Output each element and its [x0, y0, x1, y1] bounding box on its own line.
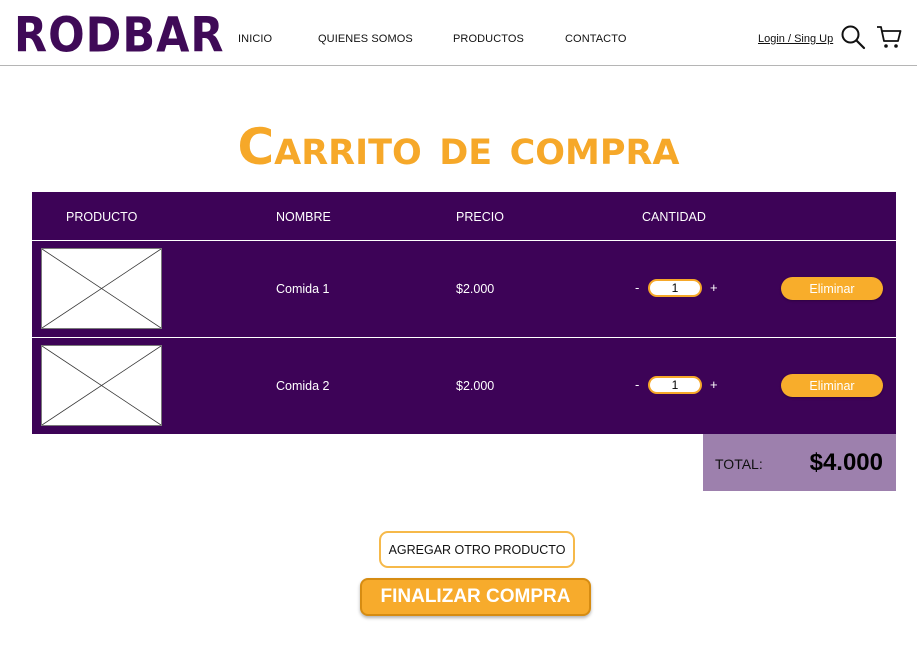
cart-table: PRODUCTO NOMBRE PRECIO CANTIDAD Comida 1…: [32, 192, 896, 434]
remove-item-button[interactable]: Eliminar: [781, 277, 883, 300]
product-price: $2.000: [456, 282, 495, 296]
column-header-precio: PRECIO: [456, 210, 504, 224]
cart-icon[interactable]: [876, 24, 902, 50]
page-title: Carrito de compra: [237, 118, 680, 176]
login-link[interactable]: Login / Sing Up: [758, 33, 833, 45]
nav-inicio[interactable]: INICIO: [238, 33, 272, 45]
product-image-placeholder: [41, 345, 162, 426]
quantity-decrease-button[interactable]: -: [635, 280, 639, 295]
column-header-nombre: NOMBRE: [276, 210, 331, 224]
checkout-button[interactable]: FINALIZAR COMPRA: [360, 578, 591, 616]
quantity-input[interactable]: [648, 279, 702, 297]
nav-contacto[interactable]: CONTACTO: [565, 33, 627, 45]
column-header-cantidad: CANTIDAD: [642, 210, 706, 224]
site-header: RODBAR INICIO QUIENES SOMOS PRODUCTOS CO…: [0, 0, 917, 66]
column-header-producto: PRODUCTO: [66, 210, 138, 224]
total-value: $4.000: [809, 449, 883, 476]
quantity-decrease-button[interactable]: -: [635, 377, 639, 392]
product-image-placeholder: [41, 248, 162, 329]
logo[interactable]: RODBAR: [14, 8, 225, 64]
remove-item-button[interactable]: Eliminar: [781, 374, 883, 397]
quantity-increase-button[interactable]: +: [710, 280, 718, 295]
table-row: Comida 2 $2.000 - + Eliminar: [32, 338, 896, 434]
nav-productos[interactable]: PRODUCTOS: [453, 33, 524, 45]
add-another-product-button[interactable]: AGREGAR OTRO PRODUCTO: [379, 531, 575, 568]
product-name: Comida 2: [276, 379, 330, 393]
product-name: Comida 1: [276, 282, 330, 296]
cart-total: TOTAL: $4.000: [703, 434, 896, 491]
product-price: $2.000: [456, 379, 495, 393]
table-header: PRODUCTO NOMBRE PRECIO CANTIDAD: [32, 192, 896, 241]
total-label: TOTAL:: [715, 456, 763, 472]
quantity-input[interactable]: [648, 376, 702, 394]
nav-quienes-somos[interactable]: QUIENES SOMOS: [318, 33, 413, 45]
table-row: Comida 1 $2.000 - + Eliminar: [32, 241, 896, 338]
quantity-increase-button[interactable]: +: [710, 377, 718, 392]
search-icon[interactable]: [840, 24, 866, 50]
